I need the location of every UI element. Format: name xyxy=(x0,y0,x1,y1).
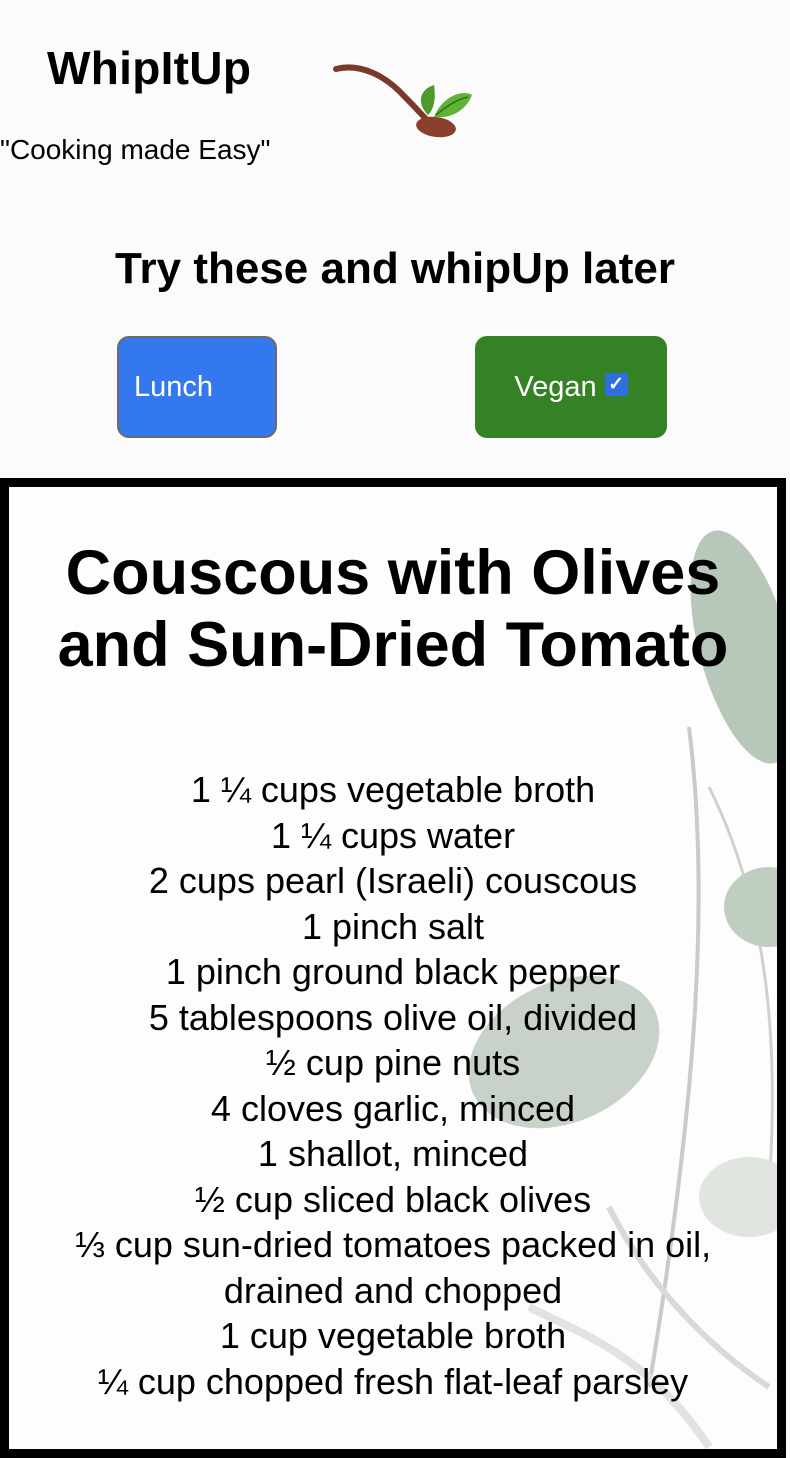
tagline: "Cooking made Easy" xyxy=(0,134,271,165)
ingredient-list: 1 ¼ cups vegetable broth 1 ¼ cups water … xyxy=(9,767,777,1404)
ingredient-item: ⅓ cup sun-dried tomatoes packed in oil, … xyxy=(74,1224,712,1311)
ingredient-item: 1 pinch salt xyxy=(301,905,485,947)
ingredient-item: 1 pinch ground black pepper xyxy=(165,951,621,992)
ingredient-item: 1 ¼ cups water xyxy=(270,814,516,856)
ingredient-item: 2 cups pearl (Israeli) couscous xyxy=(148,860,638,901)
ingredient-item: ½ cup sliced black olives xyxy=(194,1178,592,1220)
vegan-button-label: Vegan xyxy=(514,370,597,403)
ingredient-item: 5 tablespoons olive oil, divided xyxy=(148,996,638,1038)
lunch-filter-button[interactable]: Lunch xyxy=(117,336,277,438)
ingredient-item: ½ cup pine nuts xyxy=(265,1042,521,1083)
spoon-leaf-icon xyxy=(333,64,472,138)
recipe-title: Couscous with Olives and Sun-Dried Tomat… xyxy=(57,538,729,680)
ingredient-item: ¼ cup chopped fresh flat-leaf parsley xyxy=(97,1360,689,1402)
ingredient-item: 1 shallot, minced xyxy=(257,1133,529,1174)
recipe-card: Couscous with Olives and Sun-Dried Tomat… xyxy=(0,478,786,1458)
ingredient-item: 1 cup vegetable broth xyxy=(219,1315,567,1356)
ingredient-item: 1 ¼ cups vegetable broth xyxy=(190,769,596,810)
section-heading: Try these and whipUp later xyxy=(115,244,675,293)
brand-title[interactable]: WhipItUp xyxy=(47,40,251,96)
lunch-button-label: Lunch xyxy=(134,370,214,403)
vegan-checkbox[interactable]: ✓ xyxy=(604,372,628,396)
ingredient-item: 4 cloves garlic, minced xyxy=(210,1087,576,1129)
vegan-filter-button[interactable]: Vegan ✓ xyxy=(475,336,667,438)
site-header: WhipItUp "Cooking made Easy" xyxy=(0,0,790,220)
